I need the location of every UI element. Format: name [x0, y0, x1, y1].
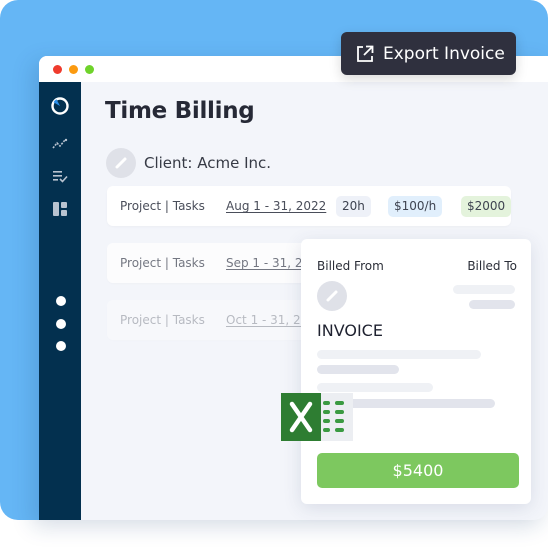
more-dot-icon[interactable]: [56, 319, 66, 329]
placeholder-line: [317, 350, 481, 359]
edit-client-button[interactable]: [106, 148, 136, 178]
sidebar-item-tasks[interactable]: [50, 166, 70, 186]
billed-from-label: Billed From: [317, 259, 384, 273]
maximize-window-button[interactable]: [85, 65, 94, 74]
invoice-total-button[interactable]: $5400: [317, 453, 519, 488]
billed-to-label: Billed To: [467, 259, 517, 273]
sidebar: [39, 82, 81, 520]
project-date-range[interactable]: Aug 1 - 31, 2022: [226, 199, 326, 213]
close-window-button[interactable]: [53, 65, 62, 74]
export-invoice-button[interactable]: Export Invoice: [341, 32, 516, 75]
client-name: Client: Acme Inc.: [144, 154, 272, 172]
rate-badge: $100/h: [388, 196, 443, 217]
dashboard-layout-icon: [53, 202, 67, 216]
sidebar-item-analytics[interactable]: [50, 134, 70, 154]
placeholder-line: [453, 285, 515, 294]
more-dot-icon[interactable]: [56, 341, 66, 351]
more-dot-icon[interactable]: [56, 296, 66, 306]
trend-chart-icon: [52, 138, 68, 149]
external-link-icon: [357, 45, 374, 62]
pencil-icon: [115, 157, 127, 169]
project-label: Project | Tasks: [120, 199, 205, 213]
placeholder-line: [317, 383, 433, 392]
project-label: Project | Tasks: [120, 256, 205, 270]
checklist-icon: [53, 171, 68, 183]
export-invoice-label: Export Invoice: [383, 43, 505, 64]
client-selector[interactable]: Client: Acme Inc.: [106, 148, 271, 178]
project-row[interactable]: Project | Tasks Aug 1 - 31, 2022 20h $10…: [107, 186, 512, 226]
placeholder-line: [469, 300, 515, 309]
sidebar-item-dashboard[interactable]: [50, 199, 70, 219]
total-badge: $2000: [461, 196, 512, 217]
invoice-title: INVOICE: [317, 321, 383, 340]
sidebar-item-timer[interactable]: [50, 96, 70, 116]
project-label: Project | Tasks: [120, 313, 205, 327]
billed-from-avatar: [317, 281, 347, 311]
pencil-icon: [326, 290, 338, 302]
excel-icon: [281, 393, 353, 441]
page-title: Time Billing: [105, 98, 255, 124]
hours-badge: 20h: [336, 196, 371, 217]
timer-icon: [51, 97, 69, 115]
minimize-window-button[interactable]: [69, 65, 78, 74]
invoice-preview-card: Billed From Billed To INVOICE $5400: [301, 239, 531, 504]
placeholder-line: [317, 365, 399, 374]
